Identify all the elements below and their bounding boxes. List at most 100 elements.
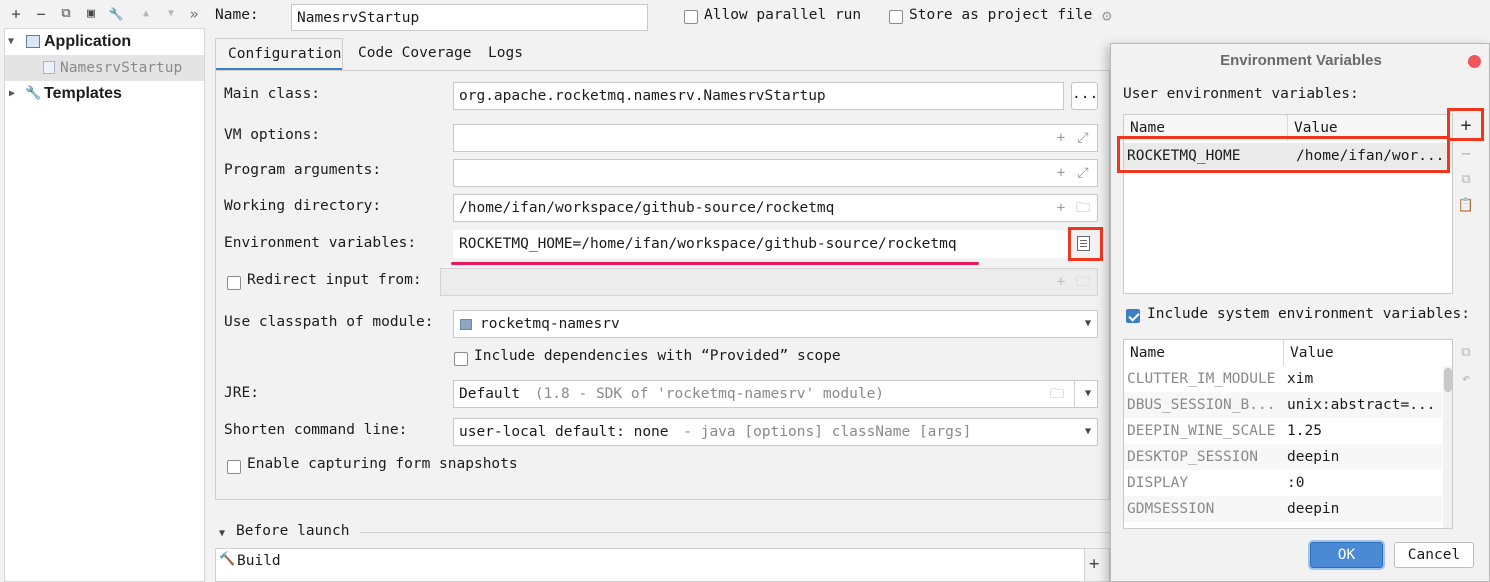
include-deps-label: Include dependencies with “Provided” sco… (474, 348, 841, 364)
folder-icon[interactable]: 🗀 (1047, 386, 1067, 402)
include-system-label: Include system environment variables: (1147, 306, 1471, 322)
sys-row-value: xim (1287, 371, 1314, 387)
sys-row-name: GDMSESSION (1127, 501, 1215, 517)
wrench-icon[interactable]: 🔧 (106, 4, 126, 24)
shorten-label: Shorten command line: (224, 422, 408, 438)
shorten-select[interactable]: user-local default: none - java [options… (453, 418, 1098, 446)
remove-env-icon[interactable]: − (1456, 144, 1476, 164)
tree-label-application: Application (44, 33, 132, 50)
paste-env-icon[interactable]: 📋 (1456, 196, 1476, 216)
undo-icon[interactable]: ↶ (1456, 369, 1476, 389)
tree-item-namesrvstartup[interactable]: NamesrvStartup (5, 55, 204, 81)
redirect-input-checkbox[interactable] (227, 276, 241, 290)
before-launch-collapse-icon[interactable]: ▼ (219, 528, 225, 539)
table-row[interactable]: DESKTOP_SESSION deepin (1124, 444, 1442, 470)
more-icon[interactable]: » (184, 4, 204, 24)
chevron-down-icon[interactable]: ▼ (1085, 381, 1091, 407)
folder-icon[interactable]: 🗀 (1073, 274, 1093, 290)
move-down-icon[interactable]: ▼ (161, 4, 181, 24)
redirect-input-field[interactable]: + 🗀 (440, 268, 1098, 296)
close-icon[interactable] (1468, 55, 1481, 68)
working-dir-input[interactable]: /home/ifan/workspace/github-source/rocke… (453, 194, 1098, 222)
name-label: Name: (215, 7, 259, 23)
ok-button[interactable]: OK (1310, 542, 1383, 568)
store-project-label: Store as project file (909, 7, 1093, 23)
sys-row-value: unix:abstract=... (1287, 397, 1436, 413)
include-deps-checkbox[interactable] (454, 352, 468, 366)
tab-configuration[interactable]: Configuration (215, 38, 343, 71)
remove-config-icon[interactable]: − (31, 4, 51, 24)
sys-row-value: deepin (1287, 449, 1340, 465)
expand-arrow-icon[interactable]: ▼ (8, 29, 14, 55)
cancel-button[interactable]: Cancel (1394, 542, 1474, 568)
vm-options-input[interactable]: + ⤢ (453, 124, 1098, 152)
build-hammer-icon: 🔨 (219, 552, 236, 567)
shorten-value: user-local default: none (459, 424, 669, 440)
env-vars-label: Environment variables: (224, 235, 417, 251)
table-row[interactable]: DEEPIN_WINE_SCALE 1.25 (1124, 418, 1442, 444)
program-args-input[interactable]: + ⤢ (453, 159, 1098, 187)
program-args-label: Program arguments: (224, 162, 382, 178)
copy-system-icon[interactable]: ⧉ (1456, 343, 1476, 363)
sys-col-name-header[interactable]: Name (1124, 340, 1284, 366)
expand-plus-icon[interactable]: + (1053, 200, 1069, 216)
jre-select[interactable]: Default (1.8 - SDK of 'rocketmq-namesrv'… (453, 380, 1098, 408)
sys-row-name: CLUTTER_IM_MODULE (1127, 371, 1276, 387)
enable-capture-checkbox[interactable] (227, 460, 241, 474)
maximize-icon[interactable]: ⤢ (1075, 130, 1091, 146)
env-edit-icon[interactable] (1077, 236, 1090, 251)
maximize-icon[interactable]: ⤢ (1075, 165, 1091, 181)
copy-env-icon[interactable]: ⧉ (1456, 170, 1476, 190)
classpath-select[interactable]: rocketmq-namesrv ▼ (453, 310, 1098, 338)
before-launch-title[interactable]: Before launch (236, 523, 350, 539)
save-config-icon[interactable]: ▣ (81, 4, 101, 24)
expand-plus-icon[interactable]: + (1053, 274, 1069, 290)
table-row[interactable]: CLUTTER_IM_MODULE xim (1124, 366, 1442, 392)
chevron-down-icon[interactable]: ▼ (1085, 419, 1091, 445)
allow-parallel-checkbox[interactable] (684, 10, 698, 24)
table-row[interactable]: DISPLAY :0 (1124, 470, 1442, 496)
env-vars-input[interactable]: ROCKETMQ_HOME=/home/ifan/workspace/githu… (453, 230, 1068, 258)
expand-plus-icon[interactable]: + (1053, 165, 1069, 181)
table-row[interactable]: DBUS_SESSION_B... unix:abstract=... (1124, 392, 1442, 418)
browse-main-class-button[interactable]: ... (1071, 82, 1098, 110)
sys-row-name: DISPLAY (1127, 475, 1189, 491)
jre-label: JRE: (224, 385, 259, 401)
run-config-icon (43, 61, 55, 74)
tab-code-coverage[interactable]: Code Coverage (358, 45, 472, 61)
tab-logs[interactable]: Logs (488, 45, 523, 61)
folder-icon[interactable]: 🗀 (1073, 200, 1093, 216)
scrollbar[interactable] (1443, 366, 1452, 528)
sys-col-value-header[interactable]: Value (1284, 340, 1452, 366)
classpath-value: rocketmq-namesrv (480, 316, 620, 332)
expand-plus-icon[interactable]: + (1053, 130, 1069, 146)
env-vars-dialog: Environment Variables User environment v… (1110, 43, 1490, 582)
sys-row-name: DESKTOP_SESSION (1127, 449, 1258, 465)
name-input[interactable]: NamesrvStartup (291, 4, 648, 31)
user-row-highlight (1117, 136, 1450, 173)
sys-row-value: 1.25 (1287, 423, 1322, 439)
include-system-checkbox[interactable] (1126, 309, 1140, 323)
before-launch-toolbar: + (1085, 548, 1110, 582)
tree-item-templates[interactable]: ▶ 🔧 Templates (5, 81, 204, 107)
add-config-icon[interactable]: + (6, 4, 26, 24)
move-up-icon[interactable]: ▲ (136, 4, 156, 24)
add-task-icon[interactable]: + (1089, 554, 1099, 574)
list-item[interactable]: 🔨 Build (216, 549, 1084, 575)
table-row[interactable]: GDMSESSION deepin (1124, 496, 1442, 522)
scrollbar-thumb[interactable] (1444, 368, 1452, 392)
application-icon (26, 35, 40, 48)
main-class-input[interactable]: org.apache.rocketmq.namesrv.NamesrvStart… (453, 82, 1064, 110)
add-env-icon[interactable]: + (1456, 116, 1476, 136)
chevron-down-icon[interactable]: ▼ (1085, 311, 1091, 337)
build-task-label: Build (237, 553, 281, 569)
before-launch-list: 🔨 Build (215, 548, 1085, 582)
store-project-checkbox[interactable] (889, 10, 903, 24)
sys-row-value: :0 (1287, 475, 1305, 491)
collapse-arrow-icon[interactable]: ▶ (9, 81, 15, 107)
gear-icon[interactable]: ⚙ (1102, 6, 1112, 25)
copy-config-icon[interactable]: ⧉ (56, 4, 76, 24)
tree-item-application[interactable]: ▼ Application (5, 29, 204, 55)
config-tree: ▼ Application NamesrvStartup ▶ 🔧 Templat… (4, 28, 205, 582)
tab-configuration-label: Configuration (228, 46, 342, 62)
